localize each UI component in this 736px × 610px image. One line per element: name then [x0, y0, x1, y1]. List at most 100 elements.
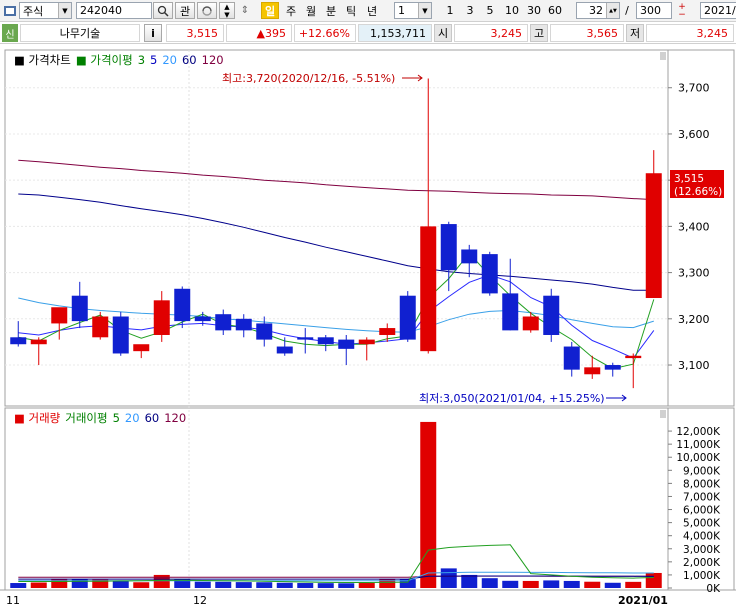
volume-bar[interactable]	[522, 580, 539, 588]
legend-item[interactable]: ■ 가격차트	[14, 53, 71, 67]
period-week-button[interactable]: 주	[282, 2, 300, 19]
count-current-input[interactable]: 32 ▲▼	[576, 2, 620, 19]
legend-item[interactable]: 3	[138, 53, 145, 67]
period-tick-button[interactable]: 틱	[342, 2, 360, 19]
volume-bar[interactable]	[112, 580, 129, 588]
quick-interval-5[interactable]: 5	[482, 2, 498, 19]
candle-down[interactable]	[174, 288, 191, 322]
candle-up[interactable]	[584, 367, 601, 375]
candle-down[interactable]	[215, 314, 232, 331]
period-year-button[interactable]: 년	[363, 2, 381, 19]
volume-bar[interactable]	[440, 568, 457, 588]
quick-interval-30[interactable]: 30	[524, 2, 544, 19]
market-select[interactable]: 주식 ▼	[19, 2, 72, 19]
candle-down[interactable]	[297, 337, 314, 340]
quick-interval-3[interactable]: 3	[462, 2, 478, 19]
candle-up[interactable]	[51, 307, 68, 324]
period-day-button[interactable]: 일	[261, 2, 279, 19]
volume-bar[interactable]	[235, 582, 252, 588]
period-month-button[interactable]: 월	[302, 2, 320, 19]
candle-up[interactable]	[153, 300, 170, 335]
sync-button[interactable]	[197, 2, 217, 19]
candle-down[interactable]	[256, 323, 273, 340]
candle-up[interactable]	[30, 339, 47, 345]
volume-bar[interactable]	[461, 574, 478, 588]
price-panel-resize-handle[interactable]	[660, 52, 666, 60]
candle-down[interactable]	[543, 295, 560, 335]
chart-area[interactable]: 3,7003,6003,5003,4003,3003,2003,10012,00…	[0, 46, 736, 610]
volume-bar[interactable]	[133, 582, 150, 588]
zoom-icon[interactable]: + −	[674, 2, 690, 19]
volume-bar[interactable]	[10, 583, 27, 588]
legend-item[interactable]: 5	[113, 411, 120, 425]
candle-down[interactable]	[502, 293, 519, 331]
candle-up[interactable]	[133, 344, 150, 352]
candle-up[interactable]	[92, 316, 109, 338]
volume-bar[interactable]	[420, 421, 437, 588]
volume-bar[interactable]	[30, 582, 47, 588]
volume-bar[interactable]	[563, 580, 580, 588]
legend-item[interactable]: 20	[125, 411, 140, 425]
candle-down[interactable]	[194, 316, 211, 322]
legend-item[interactable]: 120	[202, 53, 224, 67]
caret-up-icon[interactable]: ▲	[224, 3, 229, 11]
stock-code-input[interactable]: 242040	[76, 2, 152, 19]
candle-down[interactable]	[461, 249, 478, 264]
info-button[interactable]: i	[144, 24, 162, 42]
volume-bar[interactable]	[317, 583, 334, 588]
legend-item[interactable]: 120	[164, 411, 186, 425]
candle-down[interactable]	[338, 339, 355, 349]
quick-interval-60[interactable]: 60	[545, 2, 565, 19]
count-stepper-icon[interactable]: ▲▼	[606, 3, 619, 18]
volume-bar[interactable]	[297, 583, 314, 588]
favorite-button[interactable]: 관	[175, 2, 195, 19]
legend-item[interactable]: 5	[150, 53, 157, 67]
candle-up[interactable]	[379, 328, 396, 335]
volume-bar[interactable]	[604, 582, 621, 588]
volume-bar[interactable]	[338, 583, 355, 588]
candle-down[interactable]	[481, 254, 498, 294]
interval-select[interactable]: 1 ▼	[394, 2, 432, 19]
volume-bar[interactable]	[584, 581, 601, 588]
layout-icon[interactable]	[2, 2, 18, 19]
volume-bar[interactable]	[215, 581, 232, 588]
legend-item[interactable]: ■ 거래량	[14, 411, 61, 425]
candle-down[interactable]	[604, 365, 621, 370]
candle-down[interactable]	[563, 346, 580, 370]
quick-interval-1[interactable]: 1	[442, 2, 458, 19]
period-minute-button[interactable]: 분	[322, 2, 340, 19]
caret-down-icon[interactable]: ▼	[224, 11, 229, 19]
volume-bar[interactable]	[625, 581, 642, 588]
volume-bar[interactable]	[358, 583, 375, 588]
volume-bar[interactable]	[502, 580, 519, 588]
candle-down[interactable]	[235, 318, 252, 331]
search-button[interactable]	[153, 2, 173, 19]
candle-down[interactable]	[440, 224, 457, 271]
volume-bar[interactable]	[481, 578, 498, 588]
legend-item[interactable]: 20	[162, 53, 177, 67]
legend-item[interactable]: ■ 가격이평	[76, 53, 133, 67]
candle-down[interactable]	[71, 295, 88, 322]
candle-up[interactable]	[625, 355, 642, 359]
candle-up[interactable]	[420, 226, 437, 352]
updown-stepper[interactable]: ▲ ▼	[219, 2, 235, 19]
candle-down[interactable]	[317, 337, 334, 345]
candle-down[interactable]	[10, 337, 27, 345]
legend-item[interactable]: 60	[145, 411, 160, 425]
stock-chart-svg[interactable]: 3,7003,6003,5003,4003,3003,2003,10012,00…	[0, 46, 736, 610]
date-input[interactable]: 2021/0	[700, 2, 736, 19]
count-total-input[interactable]: 300	[636, 2, 672, 19]
volume-panel-resize-handle[interactable]	[660, 410, 666, 418]
candle-up[interactable]	[522, 316, 539, 331]
volume-bar[interactable]	[276, 582, 293, 588]
volume-bar[interactable]	[256, 582, 273, 588]
candle-up[interactable]	[645, 173, 662, 299]
legend-item[interactable]: 거래이평	[65, 411, 107, 425]
legend-item[interactable]: 60	[182, 53, 197, 67]
expand-icon[interactable]: ⇕	[237, 2, 253, 19]
candle-down[interactable]	[399, 295, 416, 340]
candle-up[interactable]	[358, 339, 375, 345]
volume-bar[interactable]	[194, 581, 211, 588]
candle-down[interactable]	[276, 346, 293, 354]
candle-down[interactable]	[112, 316, 129, 354]
